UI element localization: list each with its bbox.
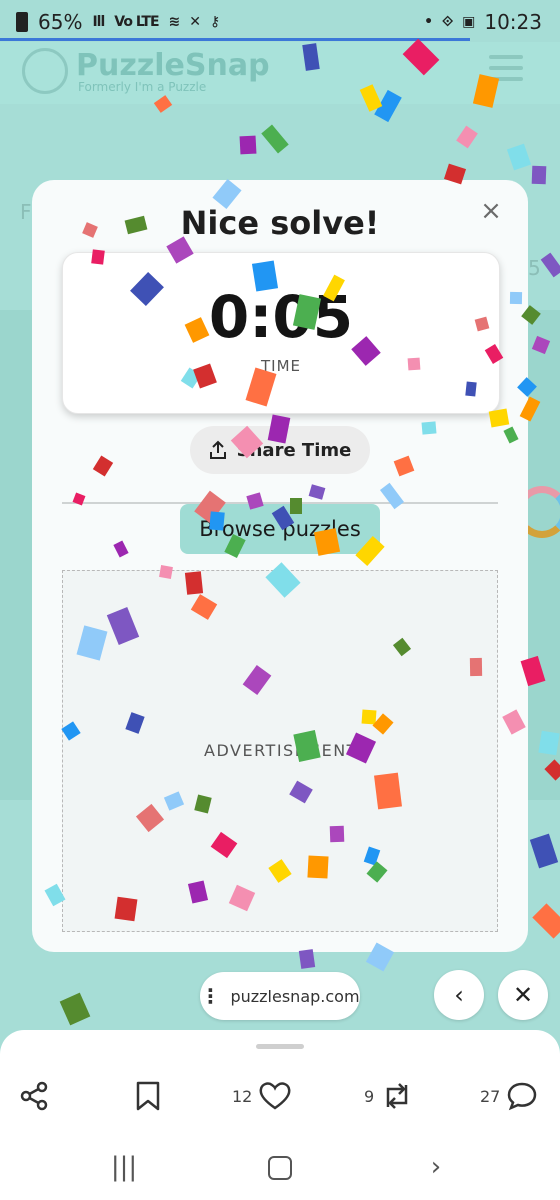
repost-count: 9 — [364, 1086, 375, 1106]
more-options-icon[interactable]: ⋮ — [200, 984, 220, 1008]
time-label: TIME — [260, 357, 301, 375]
wifi-icon: ≋ — [168, 14, 181, 30]
like-button[interactable]: 12 — [232, 1078, 292, 1114]
volte-icon: Vo LTE — [114, 14, 159, 30]
gallery-icon: ▣ — [462, 14, 475, 30]
browse-puzzles-button[interactable]: Browse puzzles — [180, 504, 380, 554]
site-logo-text[interactable]: PuzzleSnap — [76, 48, 270, 83]
url-bar[interactable]: ⋮ puzzlesnap.com — [200, 972, 360, 1020]
url-text: puzzlesnap.com — [230, 986, 360, 1006]
back-icon[interactable]: › — [416, 1152, 456, 1182]
modal-title: Nice solve! — [180, 204, 380, 242]
repost-button[interactable]: 9 — [364, 1078, 414, 1114]
signal-icon: Ill — [92, 14, 105, 30]
advertisement-label: ADVERTISEMENT — [204, 741, 358, 760]
confetti-piece — [529, 833, 559, 869]
home-icon[interactable] — [260, 1152, 300, 1182]
recents-icon[interactable]: ||| — [104, 1152, 144, 1182]
heart-icon — [259, 1082, 291, 1110]
advertisement-slot[interactable]: ADVERTISEMENT — [62, 570, 498, 932]
background-text: 5 — [528, 256, 541, 280]
comment-icon — [508, 1082, 537, 1111]
close-icon[interactable]: × — [478, 198, 504, 224]
bottom-action-sheet: 12 9 27 ||| › — [0, 1030, 560, 1200]
confetti-piece — [532, 903, 560, 939]
app-notification-icon: ⟐ — [442, 14, 453, 30]
upload-icon — [209, 440, 226, 459]
confetti-piece — [298, 949, 316, 969]
logo-icon[interactable] — [22, 48, 68, 94]
close-tab-button[interactable]: ✕ — [498, 970, 548, 1020]
repost-icon — [386, 1083, 408, 1109]
confetti-piece — [531, 165, 547, 185]
confetti-piece — [59, 992, 91, 1026]
time-card: 0:05 TIME — [62, 252, 500, 414]
solve-time: 0:05 — [208, 283, 354, 351]
share-button[interactable] — [18, 1078, 50, 1114]
share-time-label: Share Time — [236, 439, 352, 461]
notification-dot-icon: • — [424, 14, 433, 30]
comment-button[interactable]: 27 — [480, 1078, 538, 1114]
mute-icon: ✕ — [189, 14, 201, 30]
battery-icon — [16, 12, 28, 32]
share-time-button[interactable]: Share Time — [190, 426, 370, 474]
confetti-piece — [456, 125, 478, 149]
bookmark-button[interactable] — [134, 1078, 162, 1114]
key-icon: ⚷ — [210, 14, 220, 30]
battery-percent: 65% — [38, 10, 83, 34]
like-count: 12 — [232, 1086, 253, 1106]
confetti-piece — [540, 252, 560, 278]
share-icon — [20, 1081, 48, 1111]
confetti-piece — [506, 143, 532, 171]
site-logo-tagline: Formerly I'm a Puzzle — [78, 80, 207, 94]
bookmark-icon — [136, 1081, 160, 1111]
confetti-piece — [261, 124, 289, 154]
back-button[interactable]: ‹ — [434, 970, 484, 1020]
solve-modal: Nice solve! × 0:05 TIME Share Time Brows… — [32, 180, 528, 952]
background-text: F — [20, 200, 32, 224]
sheet-handle[interactable] — [256, 1044, 304, 1049]
page-load-progress — [0, 38, 470, 41]
comment-count: 27 — [480, 1086, 501, 1106]
hamburger-menu-icon[interactable] — [478, 48, 534, 100]
confetti-piece — [239, 135, 257, 155]
clock: 10:23 — [484, 10, 542, 34]
